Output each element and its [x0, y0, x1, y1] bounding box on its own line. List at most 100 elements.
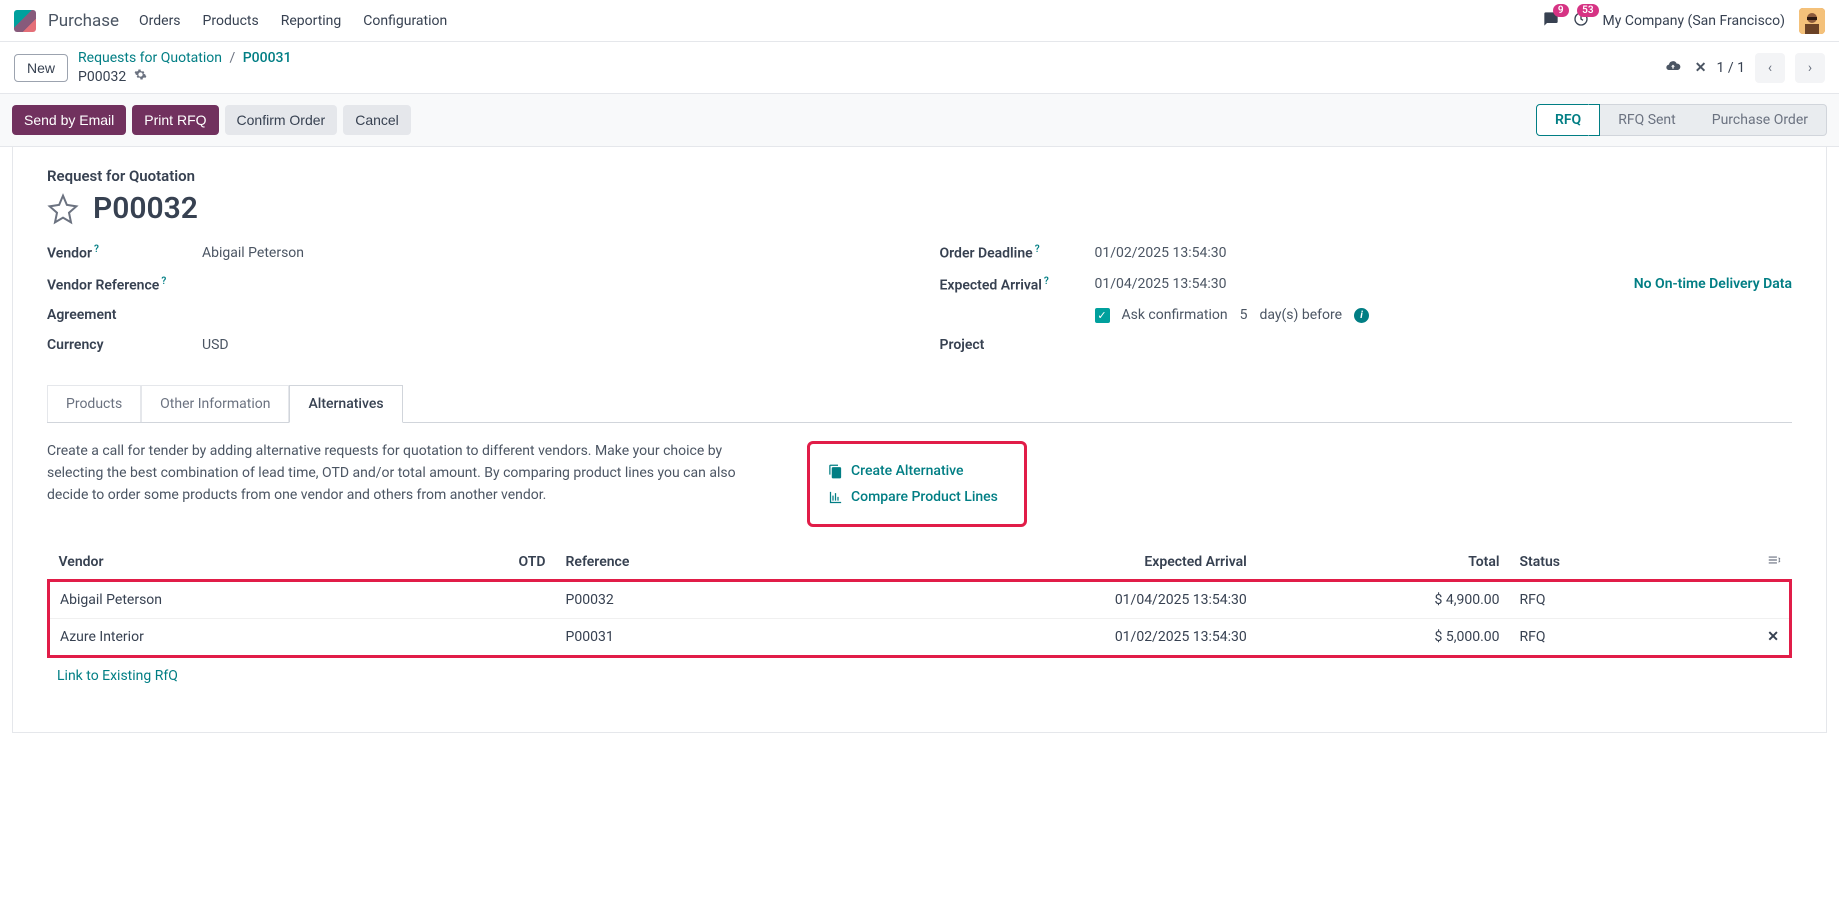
help-icon[interactable]: ? — [1044, 276, 1049, 287]
cell-otd — [416, 581, 556, 619]
tender-actions-box: Create Alternative Compare Product Lines — [807, 441, 1027, 527]
app-name[interactable]: Purchase — [48, 11, 119, 31]
delivery-data-badge[interactable]: No On-time Delivery Data — [1634, 276, 1792, 292]
create-alternative-label: Create Alternative — [851, 463, 964, 479]
col-total[interactable]: Total — [1257, 545, 1510, 581]
info-icon[interactable]: i — [1354, 308, 1369, 323]
table-row[interactable]: Abigail Peterson P00032 01/04/2025 13:54… — [49, 581, 1791, 619]
tab-alternatives[interactable]: Alternatives — [289, 385, 402, 423]
cell-arrival: 01/02/2025 13:54:30 — [805, 619, 1257, 657]
pager-count: 1 / 1 — [1717, 60, 1745, 76]
pager-prev[interactable]: ‹ — [1755, 53, 1785, 83]
alternatives-table: Vendor OTD Reference Expected Arrival To… — [47, 545, 1792, 658]
breadcrumb-current: P00032 — [78, 69, 126, 85]
document-name: P00032 — [93, 191, 198, 226]
vendor-field[interactable]: Abigail Peterson — [202, 245, 900, 261]
cell-reference: P00032 — [556, 581, 805, 619]
help-icon[interactable]: ? — [1035, 244, 1040, 255]
cell-total: $ 5,000.00 — [1257, 619, 1510, 657]
send-email-button[interactable]: Send by Email — [12, 105, 126, 135]
tab-alternatives-body: Create a call for tender by adding alter… — [47, 423, 1792, 712]
top-nav: Purchase Orders Products Reporting Confi… — [0, 0, 1839, 42]
copy-icon — [828, 464, 843, 479]
messages-badge: 9 — [1553, 4, 1569, 17]
cell-vendor: Azure Interior — [49, 619, 416, 657]
tab-other-info[interactable]: Other Information — [141, 385, 289, 422]
bar-chart-icon — [828, 490, 843, 505]
breadcrumb-parent[interactable]: P00031 — [243, 50, 292, 66]
tender-description: Create a call for tender by adding alter… — [47, 441, 747, 506]
create-alternative-link[interactable]: Create Alternative — [828, 458, 1006, 484]
form-right-column: Order Deadline? 01/02/2025 13:54:30 Expe… — [940, 244, 1793, 367]
project-label: Project — [940, 337, 1095, 353]
col-vendor[interactable]: Vendor — [49, 545, 416, 581]
status-rfq[interactable]: RFQ — [1536, 104, 1600, 136]
action-bar: Send by Email Print RFQ Confirm Order Ca… — [0, 93, 1839, 147]
cell-total: $ 4,900.00 — [1257, 581, 1510, 619]
col-reference[interactable]: Reference — [556, 545, 805, 581]
ask-confirmation-checkbox[interactable]: ✓ — [1095, 308, 1110, 323]
gear-icon[interactable] — [134, 68, 147, 85]
currency-field[interactable]: USD — [202, 337, 900, 353]
cloud-upload-icon[interactable] — [1665, 58, 1681, 78]
cell-status: RFQ — [1510, 581, 1690, 619]
app-logo[interactable] — [14, 10, 36, 32]
pager-next[interactable]: › — [1795, 53, 1825, 83]
link-existing-rfq[interactable]: Link to Existing RfQ — [47, 658, 188, 694]
table-row[interactable]: Azure Interior P00031 01/02/2025 13:54:3… — [49, 619, 1791, 657]
section-title: Request for Quotation — [47, 167, 1792, 185]
form-sheet: Request for Quotation P00032 Vendor? Abi… — [12, 147, 1827, 733]
help-icon[interactable]: ? — [161, 276, 166, 287]
activities-icon[interactable]: 53 — [1573, 11, 1589, 31]
tab-products[interactable]: Products — [47, 385, 141, 422]
nav-orders[interactable]: Orders — [139, 13, 181, 29]
col-otd[interactable]: OTD — [416, 545, 556, 581]
deadline-label: Order Deadline — [940, 246, 1033, 262]
col-arrival[interactable]: Expected Arrival — [805, 545, 1257, 581]
messages-icon[interactable]: 9 — [1543, 11, 1559, 31]
breadcrumb: Requests for Quotation / P00031 P00032 — [78, 50, 1655, 85]
nav-menu: Orders Products Reporting Configuration — [139, 13, 1543, 29]
print-rfq-button[interactable]: Print RFQ — [132, 105, 218, 135]
breadcrumb-root[interactable]: Requests for Quotation — [78, 50, 222, 66]
help-icon[interactable]: ? — [94, 244, 99, 255]
pager: 1 / 1 ‹ › — [1717, 53, 1825, 83]
nav-right: 9 53 My Company (San Francisco) — [1543, 8, 1825, 34]
cell-otd — [416, 619, 556, 657]
nav-configuration[interactable]: Configuration — [363, 13, 447, 29]
columns-settings-icon[interactable] — [1767, 555, 1781, 571]
cancel-button[interactable]: Cancel — [343, 105, 411, 135]
user-avatar[interactable] — [1799, 8, 1825, 34]
ask-days-field[interactable]: 5 — [1240, 307, 1248, 323]
company-switcher[interactable]: My Company (San Francisco) — [1603, 13, 1785, 29]
breadcrumb-sep: / — [229, 50, 235, 66]
status-purchase-order[interactable]: Purchase Order — [1694, 104, 1827, 136]
ask-days-suffix: day(s) before — [1259, 307, 1342, 323]
vendor-ref-label: Vendor Reference — [47, 277, 159, 293]
new-button[interactable]: New — [14, 54, 68, 82]
tabs: Products Other Information Alternatives — [47, 385, 1792, 423]
compare-lines-label: Compare Product Lines — [851, 489, 998, 505]
status-bar: RFQ RFQ Sent Purchase Order — [1536, 104, 1827, 136]
confirm-order-button[interactable]: Confirm Order — [225, 105, 338, 135]
ask-confirmation-label: Ask confirmation — [1122, 307, 1228, 323]
cell-status: RFQ — [1510, 619, 1690, 657]
activities-badge: 53 — [1577, 4, 1598, 17]
compare-lines-link[interactable]: Compare Product Lines — [828, 484, 1006, 510]
status-rfq-sent[interactable]: RFQ Sent — [1600, 104, 1694, 136]
cell-reference: P00031 — [556, 619, 805, 657]
remove-row-icon[interactable]: ✕ — [1767, 629, 1779, 645]
deadline-field[interactable]: 01/02/2025 13:54:30 — [1095, 245, 1793, 261]
cell-vendor: Abigail Peterson — [49, 581, 416, 619]
agreement-label: Agreement — [47, 307, 202, 323]
priority-star-icon[interactable] — [47, 193, 79, 225]
nav-products[interactable]: Products — [203, 13, 259, 29]
currency-label: Currency — [47, 337, 202, 353]
vendor-label: Vendor — [47, 246, 92, 262]
nav-reporting[interactable]: Reporting — [281, 13, 342, 29]
cell-arrival: 01/04/2025 13:54:30 — [805, 581, 1257, 619]
arrival-label: Expected Arrival — [940, 277, 1042, 293]
col-status[interactable]: Status — [1510, 545, 1690, 581]
arrival-field[interactable]: 01/04/2025 13:54:30 — [1095, 276, 1227, 292]
discard-icon[interactable]: ✕ — [1695, 60, 1707, 76]
